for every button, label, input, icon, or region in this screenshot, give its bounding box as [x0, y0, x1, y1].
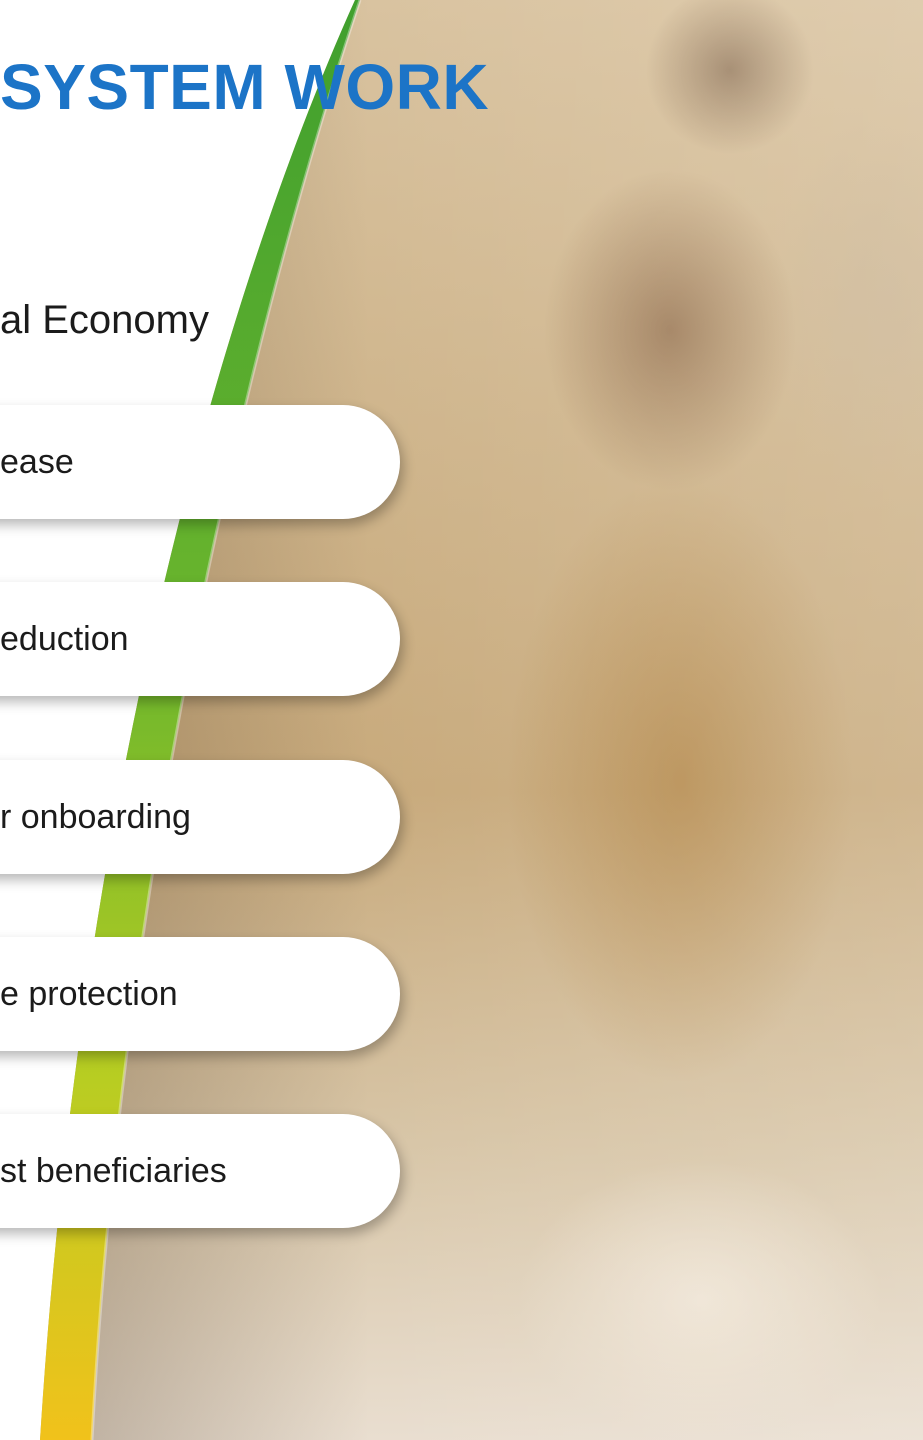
benefit-pill-2: eduction — [0, 582, 400, 696]
benefit-label: ease — [0, 442, 74, 481]
benefit-label: e protection — [0, 974, 178, 1013]
benefit-pill-1: ease — [0, 405, 400, 519]
page-subtitle: al Economy — [0, 298, 209, 342]
benefit-pill-4: e protection — [0, 937, 400, 1051]
benefit-pill-5: st beneficiaries — [0, 1114, 400, 1228]
benefit-label: st beneficiaries — [0, 1151, 227, 1190]
page-title: SYSTEM WORK — [0, 51, 490, 123]
benefit-label: eduction — [0, 619, 129, 658]
benefit-pill-3: r onboarding — [0, 760, 400, 874]
benefit-label: r onboarding — [0, 797, 191, 836]
